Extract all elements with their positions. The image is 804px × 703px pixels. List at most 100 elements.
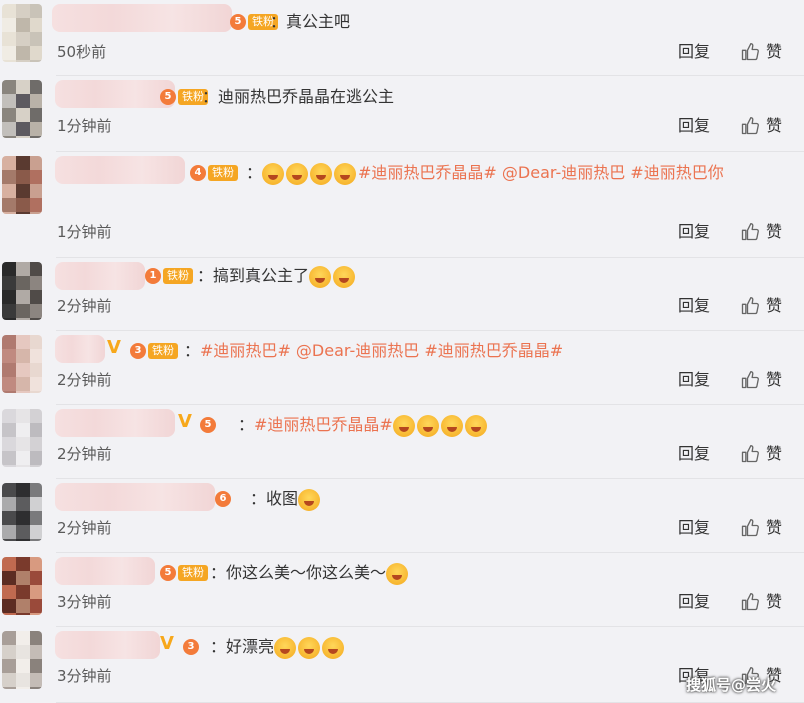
username-blurred[interactable] xyxy=(55,335,105,363)
fan-badge: 1 铁粉 xyxy=(145,267,193,285)
comment-text: 真公主吧 xyxy=(286,12,351,31)
like-button[interactable]: 赞 xyxy=(740,296,782,316)
fan-level-icon: 3 xyxy=(183,639,199,655)
fan-level-icon: 3 xyxy=(130,343,146,359)
emoji-icon xyxy=(286,162,309,185)
comment-row: V 3 铁粉 ：#迪丽热巴# @Dear-迪丽热巴 #迪丽热巴乔晶晶# 2分钟前 回复赞 xyxy=(0,331,804,405)
fan-badge: 3 铁粉 xyxy=(130,342,178,360)
comment-time: 2分钟前 xyxy=(57,297,112,315)
comment-time: 2分钟前 xyxy=(57,445,112,463)
username-blurred[interactable] xyxy=(52,4,232,32)
like-label: 赞 xyxy=(766,222,783,241)
comment-text: ： xyxy=(197,266,214,285)
comment-row: V 5 ：#迪丽热巴乔晶晶# 2分钟前 回复 赞 xyxy=(0,405,804,479)
thumbs-up-icon xyxy=(740,518,760,538)
thumbs-up-icon xyxy=(740,370,760,390)
reply-button[interactable]: 回复 xyxy=(678,296,710,316)
avatar[interactable] xyxy=(2,335,42,393)
emoji-icon xyxy=(309,265,332,288)
avatar[interactable] xyxy=(2,4,42,62)
like-label: 赞 xyxy=(766,116,783,135)
reply-button[interactable]: 回复 xyxy=(678,116,710,136)
comment-content: ：#迪丽热巴乔晶晶# xyxy=(238,412,489,438)
reply-button[interactable]: 回复 xyxy=(678,518,710,538)
fan-badge: 5 xyxy=(200,416,216,434)
hashtag-link[interactable]: #迪丽热巴 xyxy=(200,341,277,360)
fan-level-icon: 1 xyxy=(145,268,161,284)
like-label: 赞 xyxy=(766,444,783,463)
watermark: 搜狐号@尝火 xyxy=(686,676,777,694)
emoji-icon xyxy=(310,162,333,185)
comment-text: ： xyxy=(210,563,227,582)
avatar[interactable] xyxy=(2,483,42,541)
reply-button[interactable]: 回复 xyxy=(678,42,710,62)
fan-level-icon: 4 xyxy=(190,165,206,181)
hashtag-link[interactable]: #迪丽热巴乔晶晶# @Dear-迪丽热巴 #迪丽热巴你 xyxy=(358,163,724,182)
like-button[interactable]: 赞 xyxy=(740,222,782,242)
hashtag-link[interactable]: # @Dear-迪丽热巴 #迪丽热巴乔晶晶# xyxy=(277,341,563,360)
comment-content: ：#迪丽热巴# @Dear-迪丽热巴 #迪丽热巴乔晶晶# xyxy=(184,338,563,364)
like-label: 赞 xyxy=(766,370,783,389)
like-button[interactable]: 赞 xyxy=(740,518,782,538)
comment-time: 1分钟前 xyxy=(57,223,112,241)
username-blurred[interactable] xyxy=(55,156,185,184)
fan-badge: 5 铁粉 xyxy=(160,88,208,106)
emoji-icon xyxy=(298,636,321,659)
like-button[interactable]: 赞 xyxy=(740,42,782,62)
like-button[interactable]: 赞 xyxy=(740,444,782,464)
fan-badge: 6 xyxy=(215,490,231,508)
avatar[interactable] xyxy=(2,80,42,138)
fan-badge-label: 铁粉 xyxy=(178,565,208,581)
thumbs-up-icon xyxy=(740,296,760,316)
reply-button[interactable]: 回复 xyxy=(678,222,710,242)
avatar[interactable] xyxy=(2,631,42,689)
verified-v-icon: V xyxy=(160,633,174,654)
reply-button[interactable]: 回复 xyxy=(678,370,710,390)
username-blurred[interactable] xyxy=(55,409,175,437)
comment-text: ： xyxy=(238,415,255,434)
reply-button[interactable]: 回复 xyxy=(678,592,710,612)
hashtag-link[interactable]: #迪丽热巴乔晶晶# xyxy=(254,415,393,434)
emoji-icon xyxy=(334,162,357,185)
emoji-icon xyxy=(262,162,285,185)
comment-time: 2分钟前 xyxy=(57,519,112,537)
username-blurred[interactable] xyxy=(55,483,215,511)
thumbs-up-icon xyxy=(740,116,760,136)
comment-row: 1 铁粉 ：搞到真公主了 2分钟前 回复 赞 xyxy=(0,258,804,331)
reply-button[interactable]: 回复 xyxy=(678,444,710,464)
comment-row: V 3 ：好漂亮 3分钟前 回复赞 xyxy=(0,627,804,703)
avatar[interactable] xyxy=(2,262,42,320)
comment-row: 4 铁粉 ： #迪丽热巴乔晶晶# @Dear-迪丽热巴 #迪丽热巴你 1分钟前 回复 赞 xyxy=(0,152,804,258)
thumbs-up-icon xyxy=(740,42,760,62)
like-label: 赞 xyxy=(766,592,783,611)
comment-content: ：好漂亮 xyxy=(210,634,346,660)
comment-text: ： xyxy=(246,163,263,182)
comment-content: ：真公主吧 xyxy=(270,9,350,35)
comment-text: 迪丽热巴乔晶晶在逃公主 xyxy=(218,87,395,106)
fan-badge-label: 铁粉 xyxy=(163,268,193,284)
fan-badge: 5 铁粉 xyxy=(160,564,208,582)
comment-content: ：收图 xyxy=(250,486,322,512)
fan-badge: 3 xyxy=(183,638,199,656)
fan-level-icon: 5 xyxy=(200,417,216,433)
emoji-icon xyxy=(392,414,415,437)
username-blurred[interactable] xyxy=(55,80,175,108)
like-button[interactable]: 赞 xyxy=(740,370,782,390)
avatar[interactable] xyxy=(2,557,42,615)
comment-text: 你这么美～你这么美～ xyxy=(226,563,387,582)
comment-content: ：迪丽热巴乔晶晶在逃公主 xyxy=(202,84,394,110)
comment-row: 6 ：收图 2分钟前 回复 赞 xyxy=(0,479,804,553)
emoji-icon xyxy=(416,414,439,437)
username-blurred[interactable] xyxy=(55,631,160,659)
like-button[interactable]: 赞 xyxy=(740,592,782,612)
fan-badge-label: 铁粉 xyxy=(208,165,238,181)
avatar[interactable] xyxy=(2,156,42,214)
username-blurred[interactable] xyxy=(55,262,145,290)
emoji-icon xyxy=(298,488,321,511)
like-button[interactable]: 赞 xyxy=(740,116,782,136)
comment-text: 收图 xyxy=(266,489,299,508)
avatar[interactable] xyxy=(2,409,42,467)
emoji-icon xyxy=(386,562,409,585)
comment-text: ： xyxy=(250,489,267,508)
username-blurred[interactable] xyxy=(55,557,155,585)
